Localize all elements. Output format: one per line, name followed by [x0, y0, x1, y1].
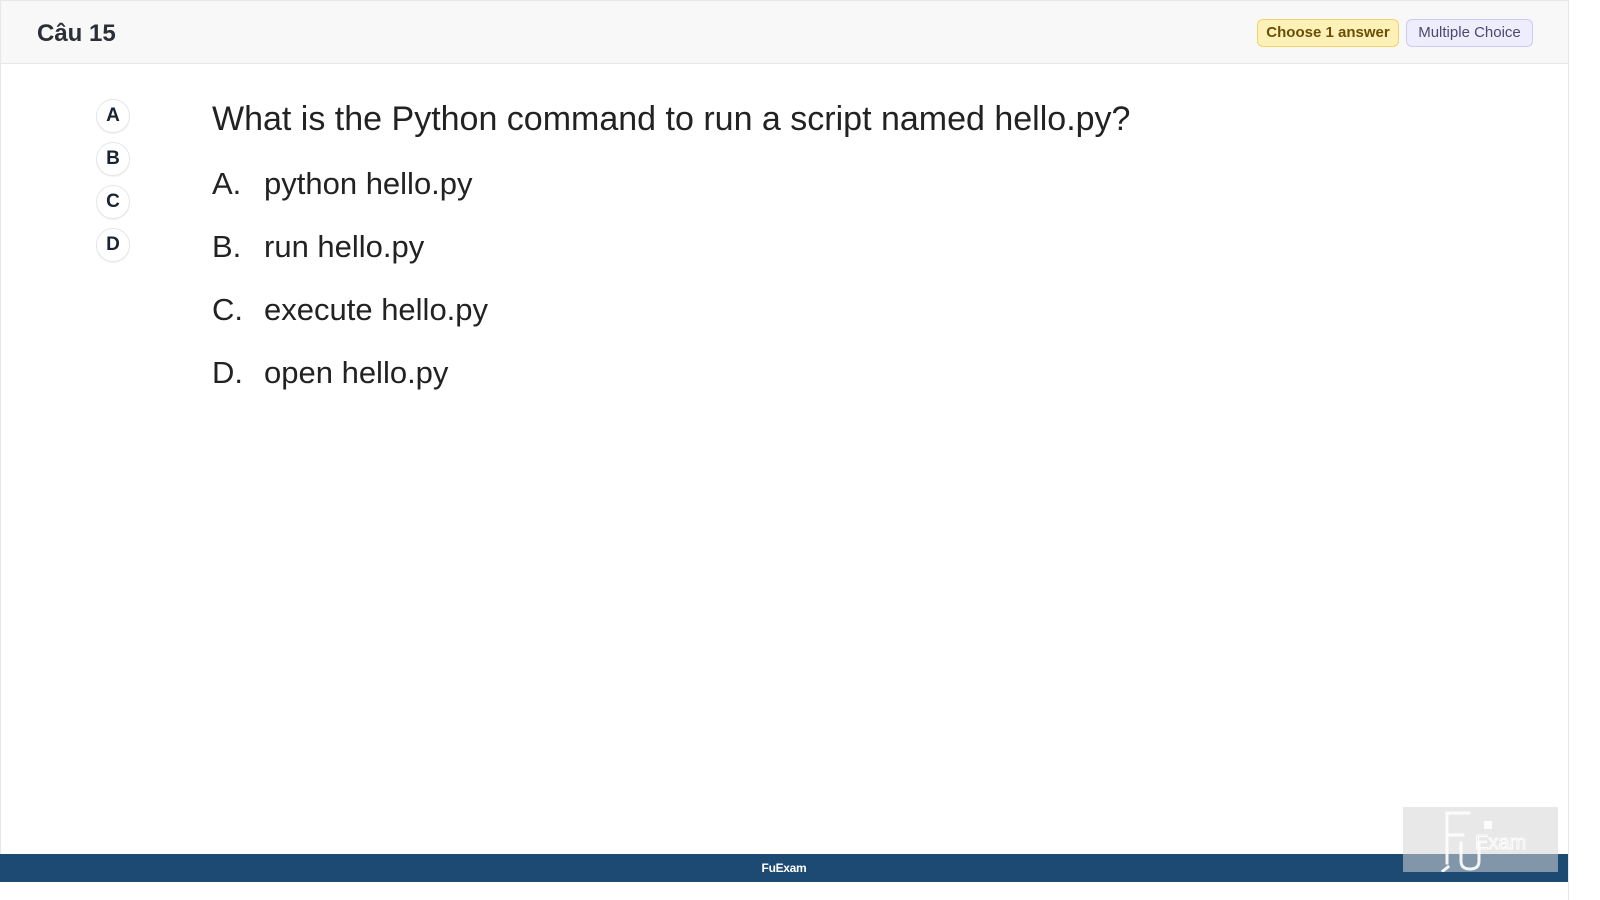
- option-text: execute hello.py: [264, 292, 489, 327]
- option-letter: D.: [212, 355, 243, 390]
- option-a: A. python hello.py: [212, 166, 473, 206]
- choose-answer-badge: Choose 1 answer: [1257, 19, 1399, 47]
- answer-choice-b[interactable]: B: [96, 142, 130, 176]
- option-c: C. execute hello.py: [212, 292, 488, 332]
- option-letter: B.: [212, 229, 242, 264]
- question-text: What is the Python command to run a scri…: [212, 100, 1131, 138]
- option-text: python hello.py: [264, 166, 473, 201]
- answer-choice-a[interactable]: A: [96, 99, 130, 133]
- answer-choice-d[interactable]: D: [96, 228, 130, 262]
- option-b: B. run hello.py: [212, 229, 424, 269]
- option-letter: A.: [212, 166, 242, 201]
- question-type-badge: Multiple Choice: [1406, 19, 1533, 47]
- footer-bar: FuExam: [0, 854, 1568, 882]
- footer-brand-label: FuExam: [761, 861, 807, 875]
- option-d: D. open hello.py: [212, 355, 448, 395]
- exam-window: Câu 15 Choose 1 answer Multiple Choice A…: [0, 0, 1569, 900]
- option-letter: C.: [212, 292, 243, 327]
- question-header: Câu 15 Choose 1 answer Multiple Choice: [0, 0, 1568, 64]
- question-number: Câu 15: [37, 20, 116, 47]
- option-text: run hello.py: [264, 229, 425, 264]
- watermark-text: Exam: [1475, 832, 1526, 854]
- option-text: open hello.py: [264, 355, 449, 390]
- fuexam-logo-icon: Exam: [1440, 811, 1527, 872]
- fuexam-watermark-logo: Exam: [1403, 807, 1558, 872]
- answer-choice-c[interactable]: C: [96, 185, 130, 219]
